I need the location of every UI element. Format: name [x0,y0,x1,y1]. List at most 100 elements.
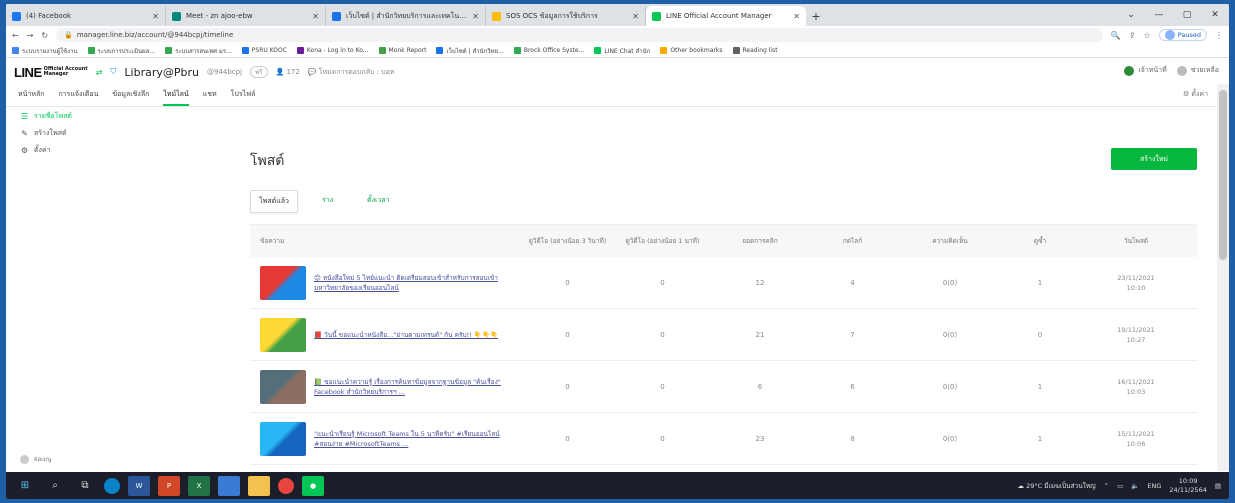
word-icon[interactable]: W [128,475,150,496]
network-icon[interactable]: ▭ [1117,482,1123,490]
sidebar-item-create-post[interactable]: ✎ สร้างโพสต์ [6,125,206,142]
close-icon[interactable]: ✕ [472,12,479,21]
back-icon[interactable]: ← [12,31,19,40]
nav-chat[interactable]: แชท [203,89,217,106]
bookmark-item[interactable]: Reading list [732,47,778,54]
line-app-icon[interactable]: ● [302,475,324,496]
response-mode[interactable]: 💬 โหมดการตอบกลับ : บอท [308,67,395,78]
nav-insight[interactable]: ข้อมูลเชิงลึก [112,89,149,106]
bookmark-item[interactable]: ระบบสารสนเทศ มร... [165,46,232,56]
nav-home[interactable]: หน้าหลัก [18,89,44,106]
col-message[interactable]: ข้อความ [250,236,520,246]
bookmark-item[interactable]: เว็บไซต์ | สำนักวิทย... [436,46,504,56]
table-row[interactable]: 📕 วันนี้ ขอแนะนำหนังสือ..."อ่านตามเทรนด์… [250,309,1197,361]
table-row[interactable]: 📗 ขอแนะนำความรู้ เรื่องการค้นหาข้อมูลจาก… [250,361,1197,413]
filter-posted[interactable]: โพสต์แล้ว [250,190,298,213]
windows-start-icon[interactable]: ⊞ [14,476,36,496]
bookmark-item[interactable]: ระบบการประเมินผล... [87,46,155,56]
language-indicator[interactable]: ENG [1147,482,1161,490]
star-icon[interactable]: ☆ [1144,31,1151,40]
clock[interactable]: 10:09 24/11/2564 [1169,477,1206,495]
col-video-3s[interactable]: ดูวิดีโอ (อย่างน้อย 3 วินาที) [520,236,615,246]
nav-settings[interactable]: ⚙ ตั้งค่า [1183,89,1208,100]
reload-icon[interactable]: ↻ [41,31,48,40]
chevron-up-icon[interactable]: ⌃ [1104,482,1109,490]
browser-tab[interactable]: Meet - zn ajoo-ebw ✕ [166,6,326,26]
message-cell[interactable]: 📗 ขอแนะนำความรู้ เรื่องการค้นหาข้อมูลจาก… [250,369,520,404]
col-video-1m[interactable]: ดูวิดีโอ (อย่างน้อย 1 นาที) [615,236,710,246]
sidebar-item-post-list[interactable]: ☰ รายชื่อโพสต์ [6,108,206,125]
post-thumbnail[interactable] [260,421,306,456]
filter-draft[interactable]: ร่าง [312,190,343,213]
close-icon[interactable]: ✕ [312,12,319,21]
col-clicks[interactable]: ยอดการคลิก [710,236,810,246]
chrome-icon[interactable] [278,477,294,494]
close-icon[interactable]: ✕ [632,12,639,21]
nav-profile[interactable]: โปรไฟล์ [231,89,256,106]
bookmark-item[interactable]: ระบบรายงานผู้ใช้งาน [12,46,78,56]
browser-tab-active[interactable]: LINE Official Account Manager ✕ [646,6,806,26]
bookmark-item[interactable]: Monk Report [378,47,426,54]
message-cell[interactable]: "แนะนำเรียนรู้ Microsoft Teams ใน 5 นาที… [250,421,520,456]
weather-widget[interactable]: ☁ 29°C มีเมฆเป็นส่วนใหญ่ [1017,481,1095,491]
table-row[interactable]: "แนะนำเรียนรู้ Microsoft Teams ใน 5 นาที… [250,413,1197,465]
account-name[interactable]: Library@Pbru [124,66,199,79]
col-likes[interactable]: กดไลก์ [810,236,895,246]
post-message-link[interactable]: 📕 วันนี้ ขอแนะนำหนังสือ..."อ่านตามเทรนด์… [314,330,498,340]
search-icon[interactable]: ⌕ [44,476,66,496]
excel-icon[interactable]: X [188,475,210,496]
close-icon[interactable]: ✕ [793,12,800,21]
collapse-menu-button[interactable]: ย่อเมนู [20,454,51,464]
post-message-link[interactable]: 📗 ขอแนะนำความรู้ เรื่องการค้นหาข้อมูลจาก… [314,377,504,397]
forward-icon[interactable]: → [27,31,34,40]
notification-icon[interactable]: ▤ [1215,482,1221,490]
url-input[interactable]: 🔒 manager.line.biz/account/@944bcpj/time… [56,28,1103,42]
message-cell[interactable]: 📕 วันนี้ ขอแนะนำหนังสือ..."อ่านตามเทรนด์… [250,317,520,352]
bookmark-item[interactable]: LINE Chat สำนัก [594,46,650,56]
create-post-button[interactable]: สร้างใหม่ [1111,148,1197,170]
nav-timeline[interactable]: ไทม์ไลน์ [163,89,189,106]
file-explorer-icon[interactable] [248,475,270,496]
table-row[interactable]: 😊 หนังสือใหม่ 5 ไทย์แนะนำ ติดเตรียมสอบเข… [250,257,1197,309]
zoom-icon[interactable]: 🔍 [1111,31,1121,40]
post-message-link[interactable]: 😊 หนังสือใหม่ 5 ไทย์แนะนำ ติดเตรียมสอบเข… [314,273,504,293]
browser-tab[interactable]: (4) Facebook ✕ [6,6,166,26]
page-scrollbar[interactable] [1217,84,1229,471]
powerpoint-icon[interactable]: P [158,475,180,496]
post-message-link[interactable]: "แนะนำเรียนรู้ Microsoft Teams ใน 5 นาที… [314,429,504,449]
scrollbar-thumb[interactable] [1219,90,1227,260]
browser-tab[interactable]: เว็บไซต์ | สำนักวิทยบริการและเทคโนโลยี ✕ [326,6,486,26]
task-view-icon[interactable]: ⧉ [74,476,96,496]
photos-icon[interactable] [218,475,240,496]
col-date[interactable]: วันโพสต์ [1075,236,1197,246]
close-window-icon[interactable]: ✕ [1201,4,1229,26]
message-cell[interactable]: 😊 หนังสือใหม่ 5 ไทย์แนะนำ ติดเตรียมสอบเข… [250,265,520,300]
switch-account-icon[interactable]: ⇄ [96,68,103,77]
line-oa-logo[interactable]: LINE Official Account Manager [14,65,88,80]
bookmark-item[interactable]: Other bookmarks [660,47,723,54]
browser-tab[interactable]: SOS OCS ข้อมูลการใช้บริการ ✕ [486,6,646,26]
filter-scheduled[interactable]: ตั้งเวลา [357,190,400,213]
bookmark-item[interactable]: Brock Office Syste... [513,47,584,54]
maximize-icon[interactable]: ▢ [1173,4,1201,26]
col-comments[interactable]: ความคิดเห็น [895,236,1005,246]
nav-broadcast[interactable]: การแจ้งเตือน [58,89,98,106]
sidebar-item-settings[interactable]: ⚙ ตั้งค่า [6,142,206,159]
new-tab-button[interactable]: + [806,6,826,26]
chevron-down-icon[interactable]: ⌄ [1117,4,1145,26]
post-thumbnail[interactable] [260,369,306,404]
kebab-menu-icon[interactable]: ⋮ [1215,31,1223,40]
bookmark-item[interactable]: Kona - Log in to Ko... [296,47,369,54]
bookmark-item[interactable]: PSRU KOOC [241,47,287,54]
volume-icon[interactable]: 🔈 [1131,482,1139,490]
col-shares[interactable]: ดูซ้ำ [1005,236,1075,246]
profile-paused-button[interactable]: Paused [1158,29,1207,41]
close-icon[interactable]: ✕ [152,12,159,21]
minimize-icon[interactable]: — [1145,4,1173,26]
user-menu[interactable]: เจ้าหน้าที่ [1124,65,1167,76]
share-icon[interactable]: ⇪ [1129,31,1136,40]
help-menu[interactable]: ช่วยเหลือ [1176,65,1219,76]
post-thumbnail[interactable] [260,265,306,300]
post-thumbnail[interactable] [260,317,306,352]
edge-icon[interactable] [104,477,120,494]
